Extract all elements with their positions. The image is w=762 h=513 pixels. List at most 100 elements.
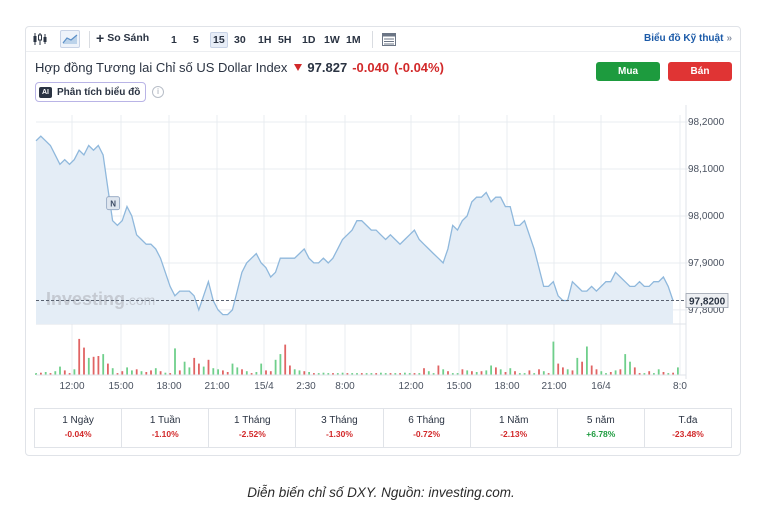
period-change: -2.52%	[238, 429, 266, 439]
volume-bar	[265, 370, 267, 375]
volume-bar	[648, 371, 651, 375]
volume-bar	[447, 371, 449, 375]
x-tick-label: 21:00	[204, 381, 229, 392]
volume-bar	[207, 359, 210, 375]
volume-bar	[198, 363, 200, 375]
volume-bar	[552, 341, 555, 375]
y-tick-label: 98,0000	[688, 211, 725, 222]
period-cell[interactable]: 1 Tháng -2.52%	[209, 409, 297, 447]
period-label: 1 Ngày	[62, 415, 94, 426]
period-cell[interactable]: 1 Tuần -1.10%	[122, 409, 210, 447]
volume-bar	[54, 371, 57, 375]
volume-bar	[485, 370, 488, 375]
volume-bar	[514, 371, 516, 375]
volume-bar	[293, 369, 296, 375]
x-tick-label: 12:00	[398, 381, 423, 392]
volume-bar	[495, 367, 497, 375]
volume-bar	[284, 344, 287, 375]
period-cell[interactable]: 5 năm +6.78%	[558, 409, 645, 447]
investing-watermark: Investing	[46, 289, 125, 309]
volume-bar	[538, 369, 540, 375]
volume-bar	[619, 369, 622, 375]
volume-bar	[633, 367, 636, 375]
volume-bar	[245, 371, 248, 375]
volume-bar	[135, 369, 138, 375]
x-tick-label: 18:00	[494, 381, 519, 392]
volume-bar	[217, 369, 219, 375]
volume-bar	[279, 354, 282, 375]
volume-bar	[298, 370, 301, 375]
period-cell[interactable]: 1 Ngày -0.04%	[35, 409, 123, 447]
volume-bar	[102, 354, 105, 375]
x-tick-label: 8:00	[335, 381, 355, 392]
volume-bar	[154, 368, 157, 375]
news-marker-label: N	[110, 200, 116, 209]
y-tick-label: 97,9000	[688, 258, 725, 269]
volume-bar	[236, 367, 239, 375]
volume-bar	[677, 367, 679, 375]
volume-bar	[571, 370, 574, 375]
y-tick-label: 98,2000	[688, 117, 725, 128]
volume-bar	[427, 371, 430, 375]
volume-bar	[126, 367, 128, 375]
performance-periods: 1 Ngày -0.04% 1 Tuần -1.10% 1 Tháng -2.52% 3 T…	[34, 408, 732, 448]
period-cell[interactable]: 6 Tháng -0.72%	[384, 409, 471, 447]
period-change: +6.78%	[586, 429, 616, 439]
period-cell[interactable]: T.đa -23.48%	[645, 409, 731, 447]
x-tick-label: 2:30	[296, 381, 316, 392]
volume-bar	[140, 371, 143, 375]
volume-bar	[260, 363, 263, 375]
price-chart[interactable]: 98,200098,100098,000097,900097,800012:00…	[26, 27, 740, 407]
x-tick-label: 15:00	[108, 381, 133, 392]
x-tick-label: 15:00	[446, 381, 471, 392]
volume-bar	[629, 361, 631, 375]
volume-bar	[92, 356, 95, 375]
volume-bar	[600, 371, 603, 375]
x-tick-label: 18:00	[156, 381, 181, 392]
volume-bar	[461, 369, 464, 375]
volume-bar	[63, 370, 66, 375]
y-tick-label: 98,1000	[688, 164, 725, 175]
period-change: -23.48%	[672, 429, 704, 439]
volume-bar	[581, 361, 583, 375]
volume-bar	[614, 370, 617, 375]
volume-bar	[274, 359, 277, 375]
volume-bar	[241, 369, 243, 375]
volume-bar	[303, 371, 306, 375]
period-cell[interactable]: 3 Tháng -1.30%	[296, 409, 384, 447]
volume-bar	[480, 371, 483, 375]
volume-bar	[174, 348, 176, 375]
chart-widget: + So Sánh 1 5 15 30 1H 5H 1D 1W 1M Biểu đồ Kỹ th…	[25, 26, 741, 456]
period-change: -0.04%	[64, 429, 92, 439]
volume-bar	[542, 371, 545, 375]
x-tick-label: 12:00	[59, 381, 84, 392]
volume-bar	[657, 369, 660, 375]
volume-bar	[231, 363, 234, 375]
volume-bar	[111, 368, 114, 375]
volume-bar	[222, 370, 224, 375]
period-change: -1.10%	[151, 429, 179, 439]
period-label: 1 Tuần	[149, 415, 181, 426]
volume-bar	[466, 370, 469, 375]
volume-bar	[442, 369, 445, 375]
period-cell[interactable]: 1 Năm -2.13%	[471, 409, 558, 447]
period-label: 1 Năm	[498, 415, 529, 426]
volume-bar	[423, 368, 425, 375]
current-price-label: 97,8200	[689, 297, 726, 308]
volume-bar	[590, 365, 593, 375]
volume-bar	[624, 354, 627, 375]
volume-bar	[73, 369, 76, 375]
volume-bar	[193, 357, 196, 375]
volume-bar	[509, 368, 512, 375]
volume-bar	[121, 371, 124, 375]
volume-bar	[87, 357, 90, 375]
volume-bar	[557, 363, 560, 375]
volume-bar	[289, 365, 291, 375]
volume-bar	[576, 357, 579, 375]
volume-bar	[83, 347, 85, 375]
volume-bar	[188, 367, 191, 375]
investing-watermark-suffix: .com	[125, 292, 155, 308]
volume-bar	[586, 346, 588, 375]
volume-bar	[212, 368, 215, 375]
volume-bar	[595, 369, 598, 375]
